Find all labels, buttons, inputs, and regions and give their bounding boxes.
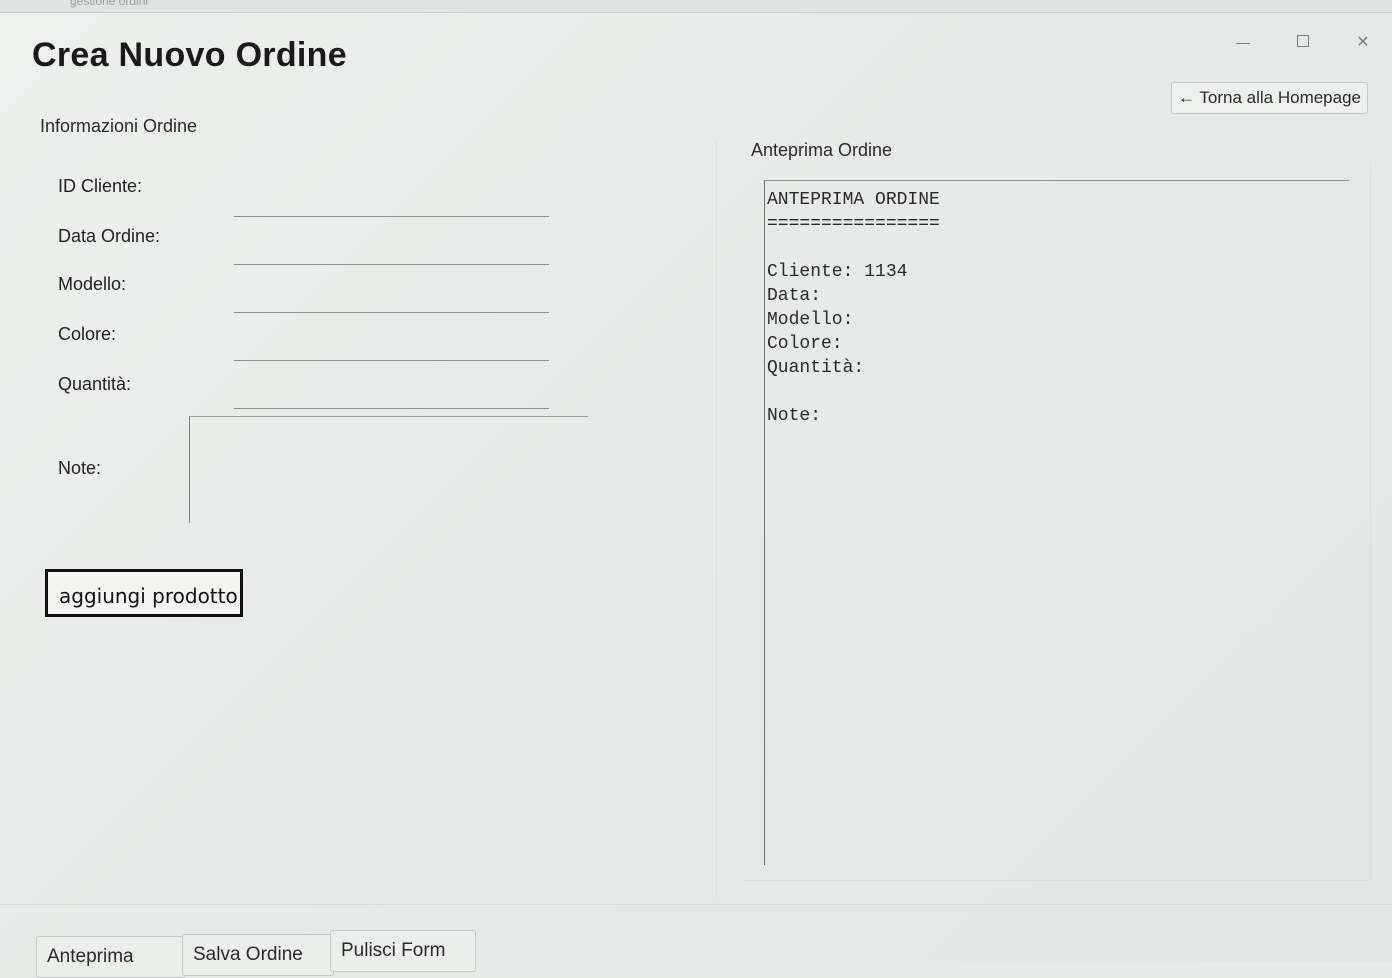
window-controls [1230, 28, 1376, 54]
page-title: Crea Nuovo Ordine [32, 36, 347, 74]
back-to-homepage-button[interactable]: ← Torna alla Homepage [1170, 82, 1368, 114]
window-top-strip: gestione ordini [0, 0, 1392, 13]
order-window: gestione ordini Crea Nuovo Ordine ← Torn… [0, 0, 1392, 978]
customer-id-label: ID Cliente: [58, 176, 143, 196]
color-label: Colore: [58, 324, 117, 344]
maximize-icon[interactable] [1290, 28, 1316, 54]
preview-button[interactable]: Anteprima [36, 936, 186, 978]
notes-label: Note: [58, 458, 102, 478]
customer-id-field[interactable] [234, 192, 549, 217]
model-label: Modello: [58, 274, 127, 294]
order-preview-section-label: Anteprima Ordine [751, 140, 893, 160]
quantity-field[interactable] [234, 384, 549, 409]
clear-form-button[interactable]: Pulisci Form [330, 930, 476, 972]
order-date-field[interactable] [234, 240, 549, 265]
notes-textarea[interactable] [189, 416, 588, 523]
close-icon[interactable] [1350, 28, 1376, 54]
window-top-strip-text: gestione ordini [70, 0, 149, 8]
add-product-button[interactable]: aggiungi prodotto [45, 569, 243, 617]
save-order-button[interactable]: Salva Ordine [182, 934, 334, 976]
order-preview-text: ANTEPRIMA ORDINE ================ Client… [767, 190, 940, 426]
minimize-icon[interactable] [1230, 28, 1256, 54]
model-field[interactable] [234, 288, 549, 313]
order-date-label: Data Ordine: [58, 226, 161, 246]
quantity-label: Quantità: [58, 374, 132, 394]
order-info-section-label: Informazioni Ordine [40, 116, 198, 136]
color-field[interactable] [234, 336, 549, 361]
